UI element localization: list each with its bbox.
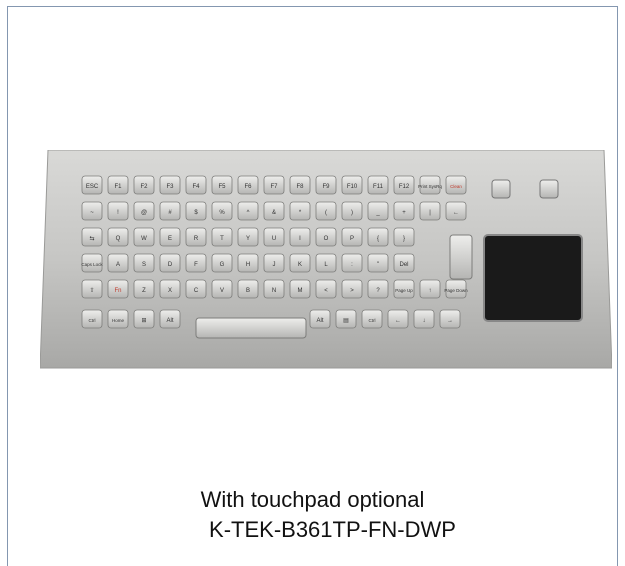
key-label: Fn — [114, 288, 121, 294]
key-label: ← — [453, 210, 459, 216]
key-label: ↓ — [423, 318, 426, 324]
key-label: F — [194, 262, 198, 268]
key-label: Page Down — [444, 288, 468, 293]
key-label: Z — [142, 288, 146, 294]
key-label: W — [141, 236, 147, 242]
key-label: Caps Lock — [81, 262, 103, 267]
caption-line-1: With touchpad optional — [200, 487, 425, 512]
key-label: Ctrl — [89, 318, 96, 323]
key-label: M — [298, 288, 303, 294]
key-label: V — [220, 288, 224, 294]
key-label: F3 — [166, 184, 174, 190]
key-label: ESC — [86, 184, 99, 190]
key-label: ▤ — [343, 318, 349, 324]
key-label: ← — [395, 318, 401, 324]
key-label: ~ — [90, 210, 94, 216]
key-label: F11 — [373, 184, 384, 190]
key-label: ↑ — [429, 288, 432, 294]
key-label: + — [402, 210, 406, 216]
key-label: → — [447, 318, 453, 324]
key-label: K — [298, 262, 302, 268]
key-label: _ — [375, 210, 380, 216]
key-label: E — [168, 236, 172, 242]
key-label: ⊞ — [141, 318, 146, 324]
key-label: X — [168, 288, 172, 294]
key-label: Q — [116, 236, 121, 242]
key-label: ) — [351, 210, 353, 216]
key-label: H — [246, 262, 250, 268]
key-label: R — [194, 236, 199, 242]
key-label: Alt — [166, 318, 173, 324]
key-label: S — [142, 262, 146, 268]
key-label: } — [403, 236, 405, 242]
key-label: O — [324, 236, 329, 242]
keyboard-photo: ESC F1 F2 F3 F4 F5 F6 F7 F8 F9 F10 F11 F12 Print SysR… — [40, 150, 612, 369]
key-label: F1 — [114, 184, 122, 190]
key-label: " — [377, 262, 379, 268]
key-label: T — [220, 236, 224, 242]
key-label: ( — [325, 210, 327, 216]
key-label: D — [168, 262, 173, 268]
key-label: F6 — [244, 184, 252, 190]
key-label: F2 — [140, 184, 148, 190]
key-label: ^ — [247, 210, 250, 216]
caption-line-2: K-TEK-B361TP-FN-DWP — [209, 517, 456, 542]
key-label: Y — [246, 236, 250, 242]
key-label: C — [194, 288, 199, 294]
key-label: ⇧ — [89, 287, 94, 294]
key-label: Ctrl — [369, 318, 376, 323]
key-label: F8 — [296, 184, 304, 190]
key-label: P — [350, 236, 354, 242]
key-label: F10 — [347, 184, 358, 190]
key-label: F7 — [270, 184, 278, 190]
key-label: B — [246, 288, 250, 294]
key-label: F4 — [192, 184, 200, 190]
key-label: U — [272, 236, 276, 242]
key-label: F12 — [399, 184, 410, 190]
key-label: Home — [112, 318, 125, 323]
key-label: @ — [141, 210, 147, 216]
key-label: Del — [399, 262, 408, 268]
key-label: A — [116, 262, 120, 268]
key-label: F5 — [218, 184, 226, 190]
key-label: N — [272, 288, 276, 294]
key-label: { — [377, 236, 379, 242]
key-label: Clean — [450, 184, 462, 189]
key-label: Page Up — [395, 288, 413, 293]
key-label: J — [273, 262, 276, 268]
key-label: & — [272, 210, 276, 216]
key-label: ⇆ — [89, 235, 94, 242]
key-label: G — [220, 262, 225, 268]
key-label: Alt — [316, 318, 323, 324]
key-label: Print SysRq — [418, 184, 442, 189]
key-label: F9 — [322, 184, 330, 190]
key-label: > — [350, 288, 354, 294]
key-label: % — [219, 210, 225, 216]
key-label: < — [324, 288, 328, 294]
